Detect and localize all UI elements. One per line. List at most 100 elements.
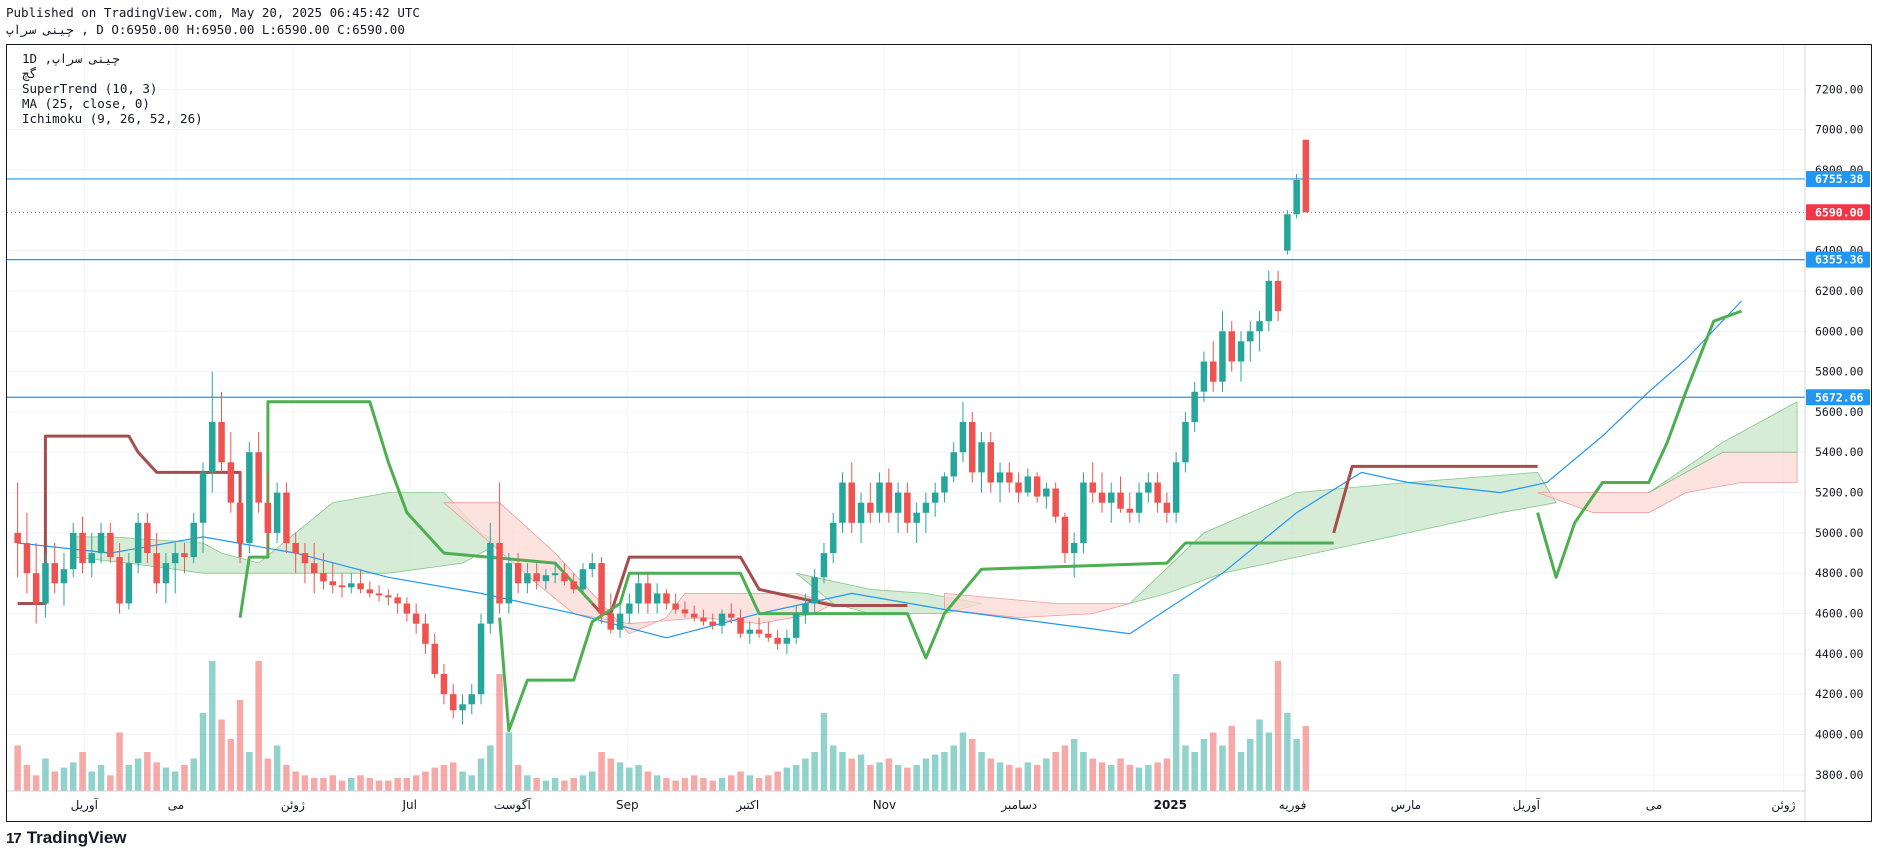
candle-body <box>1228 331 1235 362</box>
candle-body <box>459 704 466 711</box>
candle-body <box>885 482 893 513</box>
volume-bar <box>1043 758 1050 791</box>
candle-body <box>1219 331 1226 382</box>
y-tick-label: 4000.00 <box>1815 728 1864 742</box>
candle-body <box>338 585 346 588</box>
volume-bar <box>1126 765 1134 791</box>
candle-body <box>1191 391 1198 422</box>
candle-body <box>190 522 197 558</box>
candle-body <box>820 553 828 578</box>
volume-bar <box>551 778 559 791</box>
candle-body <box>1033 476 1041 497</box>
candle-body <box>1024 476 1032 493</box>
candle-body <box>144 522 151 553</box>
candle-body <box>153 553 160 584</box>
volume-bar <box>830 745 837 791</box>
x-tick-label: Sep <box>616 798 639 812</box>
volume-bar <box>616 762 624 791</box>
candle-body <box>70 532 77 570</box>
candle-body <box>42 563 49 604</box>
x-tick-label: اکتبر <box>735 798 759 813</box>
volume-bar <box>774 771 781 791</box>
x-tick-label: Jul <box>402 798 417 812</box>
volume-bar <box>1163 758 1171 791</box>
volume-bar <box>273 745 281 791</box>
volume-bar <box>450 762 457 791</box>
volume-bar <box>171 771 179 791</box>
volume-bar <box>885 758 893 791</box>
volume-bar <box>468 775 475 791</box>
candle-body <box>1108 492 1115 503</box>
candle-body <box>672 603 679 610</box>
candle-body <box>830 522 837 553</box>
volume-bar <box>700 778 707 791</box>
volume-bar <box>783 767 791 791</box>
y-tick-label: 7200.00 <box>1815 82 1864 96</box>
volume-bar <box>181 765 188 791</box>
candle-body <box>181 553 188 558</box>
candle-body <box>116 557 123 604</box>
volume-bar <box>1080 752 1087 791</box>
volume-bar <box>162 767 170 791</box>
candle-body <box>839 482 846 523</box>
volume-bar <box>1006 765 1013 791</box>
candle-body <box>505 563 513 604</box>
candle-body <box>857 502 865 523</box>
volume-bar <box>691 775 698 791</box>
candle-body <box>811 577 818 604</box>
candle-body <box>635 583 642 604</box>
published-line: Published on TradingView.com, May 20, 20… <box>6 5 420 20</box>
volume-bar <box>542 780 550 791</box>
volume-bar <box>867 765 874 791</box>
y-tick-label: 4200.00 <box>1815 687 1864 701</box>
legend-exchange: گچ <box>22 66 38 81</box>
volume-bar <box>1061 745 1069 791</box>
candle-body <box>802 603 809 614</box>
volume-bar <box>97 765 105 791</box>
candle-body <box>487 543 494 624</box>
volume-bar <box>116 732 123 791</box>
candle-body <box>255 452 262 503</box>
volume-bar <box>496 674 503 791</box>
candle-body <box>366 589 374 594</box>
candle-body <box>579 569 587 590</box>
volume-bar <box>579 775 587 791</box>
candle-body <box>375 593 383 596</box>
volume-bar <box>1145 765 1152 791</box>
candle-body <box>978 442 985 473</box>
volume-bar <box>987 758 994 791</box>
candle-body <box>125 563 133 604</box>
x-tick-label: ژوئن <box>281 798 305 813</box>
volume-bar <box>755 778 763 791</box>
y-tick-label: 5400.00 <box>1815 445 1864 459</box>
candle-body <box>1182 422 1189 463</box>
chart-frame[interactable]: 3800.00 4000.00 4200.00 4400.00 4600.00 4800.… <box>6 44 1872 822</box>
volume-bar <box>1210 732 1217 791</box>
candle-body <box>894 492 902 513</box>
volume-bar <box>1172 674 1180 791</box>
legend-ichimoku: Ichimoku (9, 26, 52, 26) <box>22 111 203 126</box>
candle-body <box>755 629 763 634</box>
candle-body <box>209 422 216 473</box>
volume-bar <box>857 754 865 791</box>
y-tick-label: 7000.00 <box>1815 123 1864 137</box>
candle-body <box>450 694 457 711</box>
volume-bar <box>79 752 86 791</box>
chart-canvas[interactable]: 3800.00 4000.00 4200.00 4400.00 4600.00 4800.… <box>7 45 1871 821</box>
candle-body <box>709 621 716 626</box>
volume-bar <box>561 780 568 791</box>
supertrend-line <box>1536 309 1743 579</box>
candle-body <box>60 569 68 584</box>
tradingview-brand[interactable]: 17 TradingView <box>6 828 127 848</box>
candle-body <box>867 502 874 513</box>
volume-bar <box>477 758 485 791</box>
volume-bar <box>459 771 466 791</box>
volume-bar <box>394 778 401 791</box>
candle-body <box>162 563 170 584</box>
volume-bar <box>839 752 846 791</box>
legend-ma: MA (25, close, 0) <box>22 96 150 111</box>
y-tick-label: 5000.00 <box>1815 526 1864 540</box>
volume-bar <box>329 775 336 791</box>
candle-body <box>792 613 800 638</box>
candle-body <box>1256 321 1263 332</box>
